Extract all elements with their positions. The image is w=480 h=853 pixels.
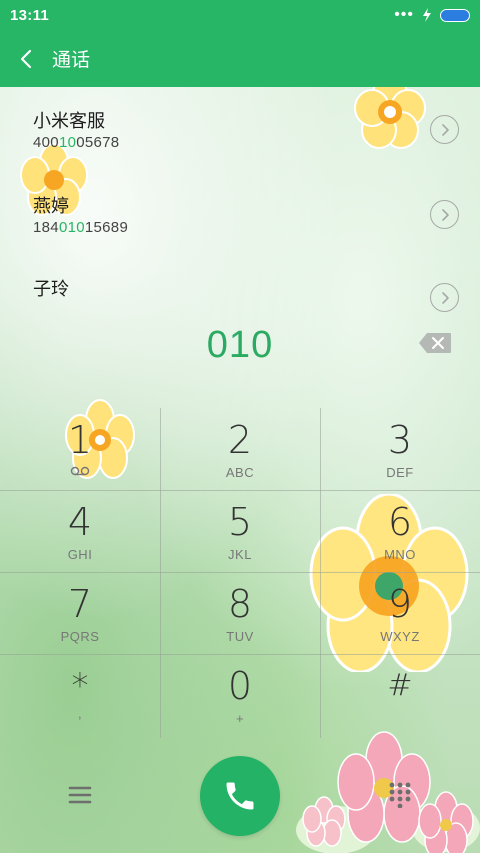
status-bar: 13:11 ••• <box>0 0 480 30</box>
contact-item[interactable]: 燕婷 18401015689 <box>0 172 480 252</box>
key-digit: 4 <box>67 500 93 544</box>
chevron-left-icon <box>20 49 32 68</box>
dialpad-icon[interactable] <box>386 780 414 808</box>
more-notifications-icon: ••• <box>394 6 414 23</box>
key-digit: # <box>387 668 413 703</box>
dial-keypad: 1 2 ABC 3 DEF 4 GHI 5 JKL 6 MNO 7 PQRS 8… <box>0 408 480 738</box>
contact-number: 18401015689 <box>33 219 129 236</box>
chevron-right-icon <box>441 208 449 221</box>
key-0[interactable]: 0 + <box>160 654 320 736</box>
app-header: 通话 <box>0 30 480 87</box>
key-7[interactable]: 7 PQRS <box>0 572 160 654</box>
matched-digits: 010 <box>58 219 85 236</box>
menu-icon[interactable] <box>64 780 96 810</box>
key-digit: 1 <box>67 418 93 462</box>
contact-detail-button[interactable] <box>430 200 459 229</box>
backspace-icon[interactable] <box>418 332 452 354</box>
key-letters: DEF <box>386 465 414 480</box>
key-digit: 5 <box>227 500 253 544</box>
contact-name: 燕婷 <box>33 196 69 216</box>
call-button[interactable] <box>200 756 280 836</box>
key-hash[interactable]: # <box>320 654 480 736</box>
key-letters: , <box>77 706 83 721</box>
back-button[interactable] <box>0 30 52 87</box>
key-star[interactable]: * , <box>0 654 160 736</box>
key-digit: 2 <box>227 418 253 462</box>
contact-name: 子玲 <box>33 279 69 299</box>
chevron-right-icon <box>441 291 449 304</box>
key-letters: WXYZ <box>380 629 420 644</box>
key-digit: 6 <box>387 500 413 544</box>
key-2[interactable]: 2 ABC <box>160 408 320 490</box>
status-icons: ••• <box>394 6 470 23</box>
key-letters: MNO <box>384 547 416 562</box>
key-digit: 9 <box>387 582 413 626</box>
battery-icon <box>440 8 470 22</box>
key-8[interactable]: 8 TUV <box>160 572 320 654</box>
key-letters: TUV <box>226 629 254 644</box>
page-title: 通话 <box>52 50 91 71</box>
key-letters: ABC <box>225 465 255 480</box>
contact-detail-button[interactable] <box>430 115 459 144</box>
contact-item[interactable]: 小米客服 4001005678 <box>0 87 480 167</box>
phone-icon <box>226 782 254 810</box>
charging-icon <box>423 8 431 22</box>
dialed-number: 010 <box>206 324 274 366</box>
key-digit: * <box>71 666 89 706</box>
key-5[interactable]: 5 JKL <box>160 490 320 572</box>
key-digit: 0 <box>227 664 253 708</box>
key-6[interactable]: 6 MNO <box>320 490 480 572</box>
matched-digits: 10 <box>58 134 77 151</box>
dial-input-display: 010 <box>0 310 480 376</box>
key-letters: PQRS <box>60 629 100 644</box>
contact-suggestions: 小米客服 4001005678 燕婷 18401015689 子玲 <box>0 87 480 312</box>
contact-name: 小米客服 <box>33 111 105 131</box>
status-time: 13:11 <box>10 6 50 24</box>
key-digit: 7 <box>67 582 93 626</box>
key-1[interactable]: 1 <box>0 408 160 490</box>
key-4[interactable]: 4 GHI <box>0 490 160 572</box>
key-digit: 8 <box>227 582 253 626</box>
key-3[interactable]: 3 DEF <box>320 408 480 490</box>
key-letters: + <box>235 711 245 726</box>
bottom-action-bar <box>0 750 480 853</box>
key-digit: 3 <box>387 418 413 462</box>
contact-detail-button[interactable] <box>430 283 459 312</box>
key-letters: GHI <box>67 547 93 562</box>
key-letters: JKL <box>228 547 252 562</box>
key-9[interactable]: 9 WXYZ <box>320 572 480 654</box>
contact-number: 4001005678 <box>33 134 120 151</box>
voicemail-icon <box>70 466 90 476</box>
chevron-right-icon <box>441 123 449 136</box>
